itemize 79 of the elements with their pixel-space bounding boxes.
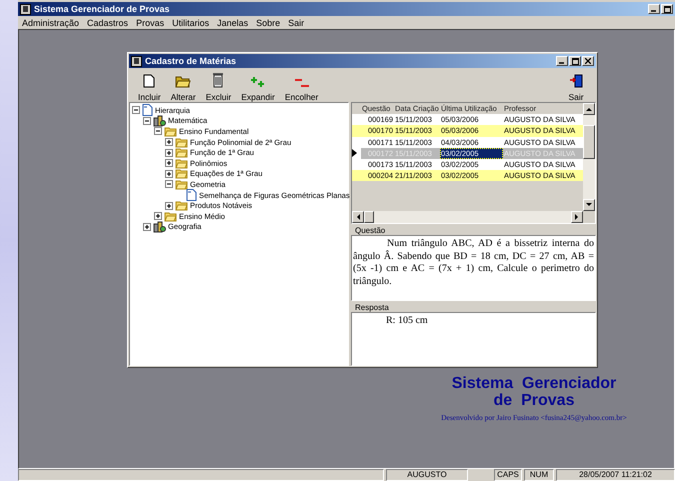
folder-icon	[175, 178, 188, 190]
folder-icon	[175, 136, 188, 148]
minimize-button[interactable]	[556, 56, 568, 66]
menu-item[interactable]: Administração	[22, 18, 80, 28]
toolbar-button[interactable]: Excluir	[202, 70, 234, 102]
plus-icon	[166, 139, 172, 146]
folder-icon	[175, 168, 188, 180]
expander-toggle[interactable]	[165, 202, 173, 210]
menu-item[interactable]: Sair	[288, 18, 304, 28]
group-label: Questão	[354, 226, 386, 235]
toolbar-button[interactable]: Expandir	[238, 70, 278, 102]
maximize-button[interactable]	[569, 56, 581, 66]
plus-icon	[166, 150, 172, 156]
folder-icon	[175, 158, 188, 169]
document-icon	[143, 74, 156, 88]
right-arrow-icon	[575, 214, 579, 220]
plus-icon	[166, 160, 172, 166]
row-pointer-icon	[352, 149, 357, 158]
menu-item[interactable]: Utilitarios	[172, 18, 210, 28]
up-arrow-icon	[586, 107, 592, 111]
minus-signs-icon	[294, 78, 310, 88]
plus-signs-icon	[250, 76, 266, 88]
horizontal-scrollbar[interactable]	[352, 211, 583, 223]
plus-icon	[155, 213, 161, 220]
scrollbar-thumb[interactable]	[364, 211, 374, 223]
expander-toggle[interactable]	[154, 127, 162, 136]
expander-toggle[interactable]	[165, 138, 173, 146]
folder-icon	[175, 75, 192, 88]
menu-item[interactable]: Sobre	[256, 18, 280, 28]
expander-toggle[interactable]	[132, 106, 140, 114]
exit-door-icon	[569, 74, 583, 88]
brand-title: Sistema Gerenciador	[450, 375, 618, 392]
folder-icon	[175, 200, 188, 212]
maximize-button[interactable]	[661, 4, 673, 14]
down-arrow-icon	[586, 203, 592, 207]
status-datetime: 28/05/2007 11:21:02	[556, 469, 675, 481]
caps-indicator: CAPS	[494, 469, 522, 481]
folder-icon	[164, 210, 177, 222]
books-icon	[153, 220, 166, 233]
books-icon	[153, 114, 166, 127]
minus-icon	[166, 181, 172, 188]
toolbar-button[interactable]: Encolher	[282, 70, 322, 102]
num-indicator: NUM	[524, 469, 554, 481]
trash-can-icon	[212, 72, 224, 88]
status-user: AUGUSTO	[386, 469, 468, 481]
window-icon	[131, 56, 142, 66]
window-title: Cadastro de Matérias	[145, 56, 238, 66]
folder-icon	[164, 126, 177, 137]
expander-toggle[interactable]	[165, 180, 173, 188]
vertical-scrollbar[interactable]	[583, 103, 595, 211]
maximize-icon	[572, 58, 578, 64]
document-icon	[186, 189, 197, 202]
scrollbar-thumb[interactable]	[583, 125, 595, 159]
folder-icon	[175, 147, 188, 158]
expander-toggle[interactable]	[154, 212, 162, 220]
close-button[interactable]	[582, 56, 594, 66]
left-arrow-icon	[356, 214, 360, 220]
expander-toggle[interactable]	[143, 222, 151, 231]
close-icon	[585, 58, 591, 64]
menu-item[interactable]: Provas	[136, 18, 164, 28]
expander-toggle[interactable]	[165, 148, 173, 157]
toolbar-button[interactable]: Incluir	[135, 70, 164, 102]
question-text[interactable]: Num triângulo ABC, AD é a bissetriz interna do ângulo Â. Sabendo que BD = 18 cm, DC = 27 cm, AB = (5x -1) cm e AC = (7x + 1) cm, Calcule o perimetro do triângulo.	[351, 235, 596, 301]
plus-icon	[166, 202, 172, 209]
expander-toggle[interactable]	[143, 116, 151, 125]
expander-toggle[interactable]	[165, 170, 173, 178]
minimize-button[interactable]	[648, 4, 660, 14]
window-title: Sistema Gerenciador de Provas	[34, 4, 171, 14]
plus-icon	[144, 224, 150, 230]
brand-title: de Provas	[492, 392, 576, 409]
answer-text[interactable]: R: 105 cm	[351, 312, 596, 366]
toolbar-button[interactable]: Alterar	[168, 70, 199, 102]
exit-button[interactable]: Sair	[562, 70, 590, 102]
expander-toggle[interactable]	[165, 159, 173, 168]
maximize-icon	[664, 6, 670, 12]
plus-icon	[166, 170, 172, 177]
menu-item[interactable]: Cadastros	[87, 18, 128, 28]
menu-item[interactable]: Janelas	[217, 18, 248, 28]
group-label: Resposta	[354, 303, 390, 312]
